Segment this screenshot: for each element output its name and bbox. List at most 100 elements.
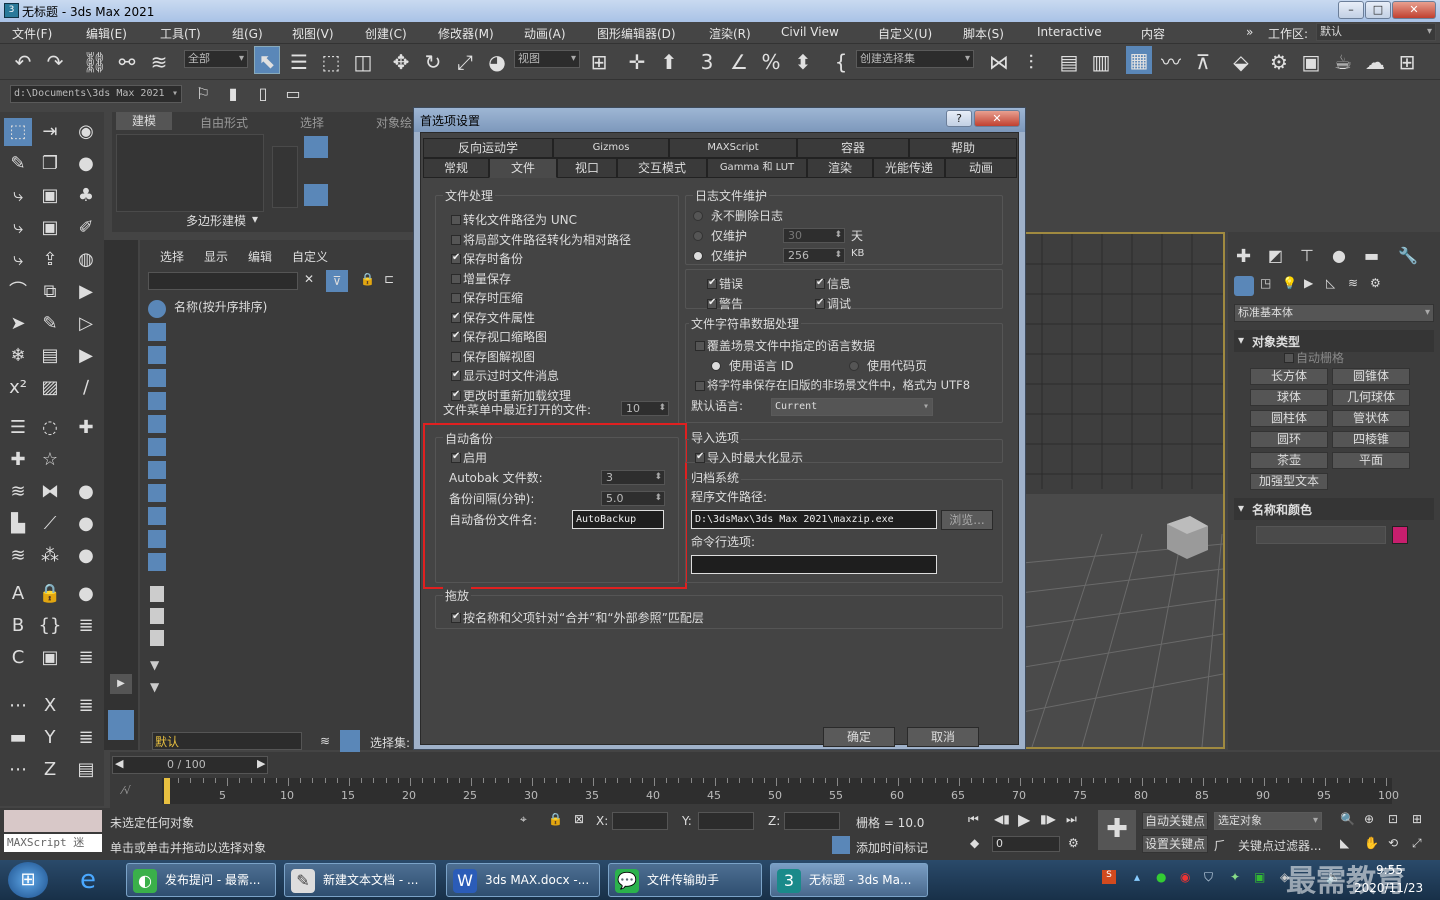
- clear-search-icon[interactable]: ✕: [304, 272, 314, 286]
- teapot-button[interactable]: 茶壶: [1250, 452, 1328, 469]
- groups-filter-icon[interactable]: [148, 438, 166, 456]
- tab-gizmos[interactable]: Gizmos: [553, 138, 669, 158]
- media-icon[interactable]: ▶: [72, 278, 100, 306]
- systems-icon[interactable]: ⚙: [1370, 276, 1381, 290]
- add-icon[interactable]: ✚: [4, 446, 32, 474]
- file-handling-checkbox[interactable]: [451, 330, 461, 342]
- lock-ring-icon[interactable]: ◌: [36, 414, 64, 442]
- text-c-icon[interactable]: C: [4, 644, 32, 672]
- task-3dsmax[interactable]: 3 无标题 - 3ds Ma...: [770, 863, 928, 897]
- cmdline-input[interactable]: [691, 555, 937, 574]
- stack-icon[interactable]: ≣: [72, 612, 100, 640]
- project-path-select[interactable]: d:\Documents\3ds Max 2021: [10, 85, 182, 103]
- scene-tab-display[interactable]: 显示: [204, 248, 228, 265]
- select-object-icon[interactable]: ⬉: [254, 46, 280, 74]
- ok-button[interactable]: 确定: [823, 727, 895, 747]
- keep-kb-spinner[interactable]: 256: [783, 248, 845, 263]
- keep-days-radio[interactable]: [693, 231, 703, 241]
- brush-icon[interactable]: ∕: [72, 374, 100, 402]
- rendered-frame-icon[interactable]: ▣: [1298, 48, 1324, 76]
- task-wechat[interactable]: 💬 文件传输助手: [608, 863, 762, 897]
- rect-selection-icon[interactable]: ⬚: [318, 48, 344, 76]
- maximize-button[interactable]: □: [1365, 1, 1391, 19]
- menu-edit[interactable]: 编辑(E): [86, 25, 127, 42]
- tab-containers[interactable]: 容器: [797, 138, 909, 158]
- frame-ruler[interactable]: 5 10 15 20 25 30 35 40 45 50 55 60 65 70 75 80 85 90 95 100: [162, 778, 1399, 804]
- maxscript-listener[interactable]: [4, 810, 102, 832]
- bind-spacewarp-icon[interactable]: ≋: [146, 48, 172, 76]
- tab-help[interactable]: 帮助: [909, 138, 1017, 158]
- tab-animation[interactable]: 动画: [945, 158, 1017, 178]
- sphere-button[interactable]: 球体: [1250, 389, 1328, 406]
- task-word[interactable]: W 3ds MAX.docx -...: [446, 863, 600, 897]
- drive-icon[interactable]: ▤: [72, 756, 100, 784]
- cone-button[interactable]: 圆锥体: [1332, 368, 1410, 385]
- circle-icon[interactable]: ●: [72, 580, 100, 608]
- coord-y-input[interactable]: [698, 812, 754, 830]
- braces-icon[interactable]: {}: [36, 612, 64, 640]
- graph-icon[interactable]: ⧓: [36, 478, 64, 506]
- create-tab-icon[interactable]: ✚: [1236, 246, 1251, 267]
- wechat-tray-icon[interactable]: ●: [1156, 870, 1166, 884]
- object-category-select[interactable]: 标准基本体: [1234, 304, 1434, 322]
- next-key-icon[interactable]: ▮▶: [1040, 812, 1056, 826]
- dialog-close-button[interactable]: ✕: [974, 110, 1020, 127]
- stack-icon[interactable]: ≣: [72, 724, 100, 752]
- geometry-icon[interactable]: [1234, 276, 1254, 296]
- hook-icon[interactable]: ⤷: [4, 182, 32, 210]
- cameras-icon[interactable]: ▶: [1304, 276, 1313, 290]
- render-icon[interactable]: ☕: [1330, 48, 1356, 76]
- scale-icon[interactable]: ⤢: [452, 48, 478, 76]
- menu-animation[interactable]: 动画(A): [524, 25, 566, 42]
- maxscript-mini-input[interactable]: MAXScript 迷: [4, 834, 102, 852]
- link-icon[interactable]: ⛓: [82, 48, 108, 76]
- plus-icon[interactable]: ✚: [72, 414, 100, 442]
- nodes-icon[interactable]: ⁂: [36, 542, 64, 570]
- time-tag-icon[interactable]: [832, 836, 850, 854]
- ribbon-section-title[interactable]: 多边形建模: [186, 212, 246, 229]
- network-icon[interactable]: ▴: [1134, 870, 1140, 884]
- key-filter-target-select[interactable]: 选定对象: [1214, 812, 1322, 830]
- set-key-button[interactable]: 设置关键点: [1142, 835, 1208, 853]
- shape-icon[interactable]: ●: [72, 150, 100, 178]
- file-handling-checkbox[interactable]: [451, 351, 461, 362]
- keep-days-spinner[interactable]: 30: [783, 228, 845, 243]
- curve-editor-icon[interactable]: 〰: [1158, 48, 1184, 76]
- cursor-icon[interactable]: ➤: [4, 310, 32, 338]
- window-crossing-icon[interactable]: ◫: [350, 48, 376, 76]
- hook-icon[interactable]: ⤷: [4, 246, 32, 274]
- named-selection-set-select[interactable]: 创建选择集: [856, 50, 974, 68]
- circle-icon[interactable]: ●: [72, 510, 100, 538]
- xrefs-filter-icon[interactable]: [148, 461, 166, 479]
- axis-x-icon[interactable]: X: [36, 692, 64, 720]
- play-icon[interactable]: ▶: [1018, 810, 1030, 829]
- layers-icon[interactable]: ≋: [4, 542, 32, 570]
- stack-icon[interactable]: ≣: [72, 644, 100, 672]
- reference-coord-select[interactable]: 视图: [514, 50, 580, 68]
- select-tool-icon[interactable]: ⬚: [4, 118, 32, 146]
- torus-button[interactable]: 圆环: [1250, 431, 1328, 448]
- utilities-tab-icon[interactable]: 🔧: [1398, 246, 1418, 265]
- curve-icon[interactable]: ⁄√: [122, 784, 131, 797]
- key-filters-button[interactable]: 关键点过滤器...: [1238, 837, 1321, 854]
- select-arrow-icon[interactable]: ▙: [4, 510, 32, 538]
- add-time-tag[interactable]: 添加时间标记: [856, 839, 928, 856]
- edit-named-sel-icon[interactable]: {: [828, 48, 854, 76]
- image-icon[interactable]: ▣: [36, 644, 64, 672]
- menu-group[interactable]: 组(G): [232, 25, 263, 42]
- xp-icon[interactable]: x²: [4, 374, 32, 402]
- name-color-header[interactable]: ▾ 名称和颜色: [1234, 498, 1434, 520]
- column-name-header[interactable]: 名称(按升序排序): [174, 298, 267, 315]
- warning-checkbox[interactable]: [707, 297, 717, 309]
- scene-tab-select[interactable]: 选择: [160, 248, 184, 265]
- box-icon[interactable]: ▣: [36, 182, 64, 210]
- selection-filter-select[interactable]: 全部: [184, 50, 248, 68]
- layer-icon[interactable]: ❐: [36, 150, 64, 178]
- menu-interactive[interactable]: Interactive: [1037, 25, 1102, 39]
- task-textdoc[interactable]: ✎ 新建文本文档 - ...: [284, 863, 436, 897]
- expand-arrow-icon[interactable]: ▶: [110, 674, 132, 694]
- lights-filter-icon[interactable]: [148, 346, 166, 364]
- pan-icon[interactable]: ✋: [1364, 836, 1379, 850]
- match-layers-checkbox[interactable]: [451, 611, 461, 623]
- undo-icon[interactable]: ↶: [10, 48, 36, 76]
